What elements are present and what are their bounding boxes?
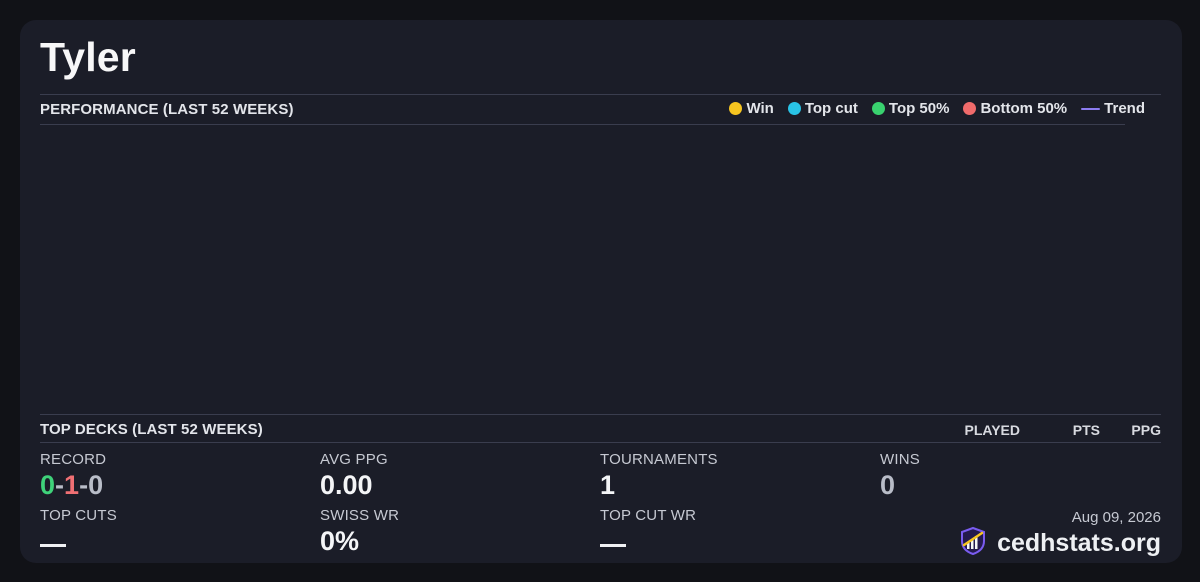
stat-label-avg-ppg: AVG PPG	[320, 451, 388, 468]
divider-decks	[40, 414, 1161, 415]
top-cut-dot-icon	[787, 102, 801, 115]
legend-item-top-50: Top 50%	[871, 100, 950, 117]
chart-legend: Win Top cut Top 50% Bottom 50% Trend	[729, 100, 1145, 117]
stat-label-swiss-wr: SWISS WR	[320, 507, 400, 524]
player-card: Tyler PERFORMANCE (LAST 52 WEEKS) Win To…	[20, 20, 1182, 563]
empty-value-dash	[600, 544, 626, 548]
column-pts: PTS	[1072, 422, 1100, 438]
stat-value-top-cut-wr	[600, 526, 860, 557]
stat-value-wins: 0	[880, 470, 896, 500]
stat-value-record: 0-1-0	[40, 470, 300, 501]
report-date: Aug 09, 2026	[1071, 509, 1161, 526]
column-played: PLAYED	[964, 422, 1020, 438]
stat-wins: WINS 0	[880, 451, 1140, 501]
win-dot-icon	[729, 102, 743, 115]
stat-label-tournaments: TOURNAMENTS	[600, 451, 718, 468]
record-separator: -	[55, 470, 65, 500]
stat-label-wins: WINS	[880, 451, 920, 468]
stat-swiss-wr: SWISS WR 0%	[320, 507, 580, 557]
chart-shield-icon	[958, 526, 988, 561]
stat-avg-ppg: AVG PPG 0.00	[320, 451, 580, 501]
divider-stats	[40, 442, 1161, 443]
stat-value-tournaments: 1	[600, 470, 616, 500]
performance-chart	[40, 125, 1125, 414]
empty-value-dash	[40, 544, 66, 548]
performance-chart-svg	[40, 125, 1125, 414]
top-decks-title: TOP DECKS (LAST 52 WEEKS)	[40, 421, 263, 438]
top-50-dot-icon	[871, 102, 885, 115]
trend-line-icon	[1081, 107, 1101, 110]
stat-top-cuts: TOP CUTS	[40, 507, 300, 557]
brand: cedhstats.org	[958, 526, 1161, 561]
performance-title: PERFORMANCE (LAST 52 WEEKS)	[40, 101, 294, 118]
stat-label-top-cuts: TOP CUTS	[40, 507, 117, 524]
record-separator: -	[79, 470, 89, 500]
stat-top-cut-wr: TOP CUT WR	[600, 507, 860, 557]
record-draws: 0	[88, 470, 104, 500]
bottom-50-dot-icon	[963, 102, 977, 115]
player-name: Tyler	[40, 34, 136, 80]
stat-tournaments: TOURNAMENTS 1	[600, 451, 860, 501]
stat-value-top-cuts	[40, 526, 300, 557]
stat-record: RECORD 0-1-0	[40, 451, 300, 501]
record-losses: 1	[64, 470, 80, 500]
top-decks-header: PLAYED PTS PPG	[960, 422, 1161, 438]
stat-value-avg-ppg: 0.00	[320, 470, 373, 500]
legend-item-bottom-50: Bottom 50%	[963, 100, 1067, 117]
stat-label-record: RECORD	[40, 451, 107, 468]
stat-label-top-cut-wr: TOP CUT WR	[600, 507, 697, 524]
legend-label-bottom-50: Bottom 50%	[980, 100, 1068, 117]
legend-item-top-cut: Top cut	[787, 100, 858, 117]
legend-label-top-50: Top 50%	[888, 100, 950, 117]
legend-label-top-cut: Top cut	[804, 100, 858, 117]
brand-name: cedhstats.org	[997, 529, 1161, 557]
stat-value-swiss-wr: 0%	[320, 526, 360, 556]
legend-label-win: Win	[746, 100, 774, 117]
divider-top	[40, 94, 1161, 95]
legend-item-win: Win	[729, 100, 774, 117]
record-wins: 0	[40, 470, 56, 500]
legend-label-trend: Trend	[1104, 100, 1145, 117]
legend-item-trend: Trend	[1081, 100, 1145, 117]
column-ppg: PPG	[1131, 422, 1161, 438]
